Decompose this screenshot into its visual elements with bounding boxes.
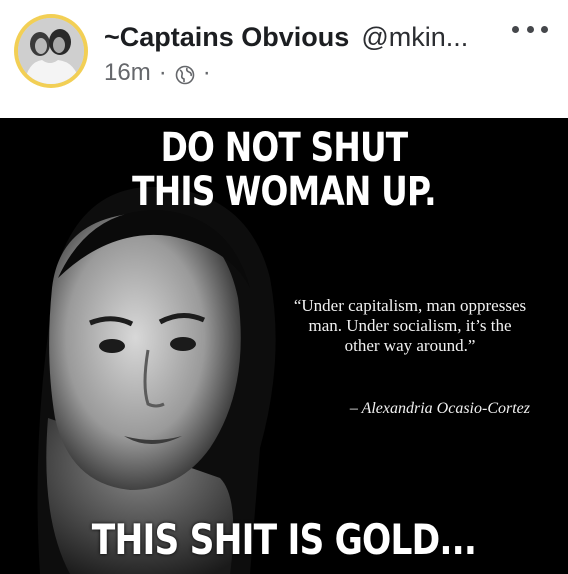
meme-attribution: – Alexandria Ocasio-Cortez bbox=[349, 400, 530, 417]
meta-separator-2: · bbox=[202, 59, 211, 86]
author-name[interactable]: ~Captains Obvious bbox=[104, 22, 349, 52]
post-header: ~Captains Obvious @mkin... 16m · · bbox=[0, 0, 568, 118]
meme-headline-line-1: DO NOT SHUT bbox=[160, 125, 409, 171]
more-dot bbox=[526, 25, 534, 33]
meme-footer-caption: THIS SHIT IS GOLD... bbox=[91, 515, 477, 564]
avatar-photo bbox=[18, 18, 84, 84]
post-timestamp[interactable]: 16m bbox=[104, 58, 151, 88]
meme-image[interactable]: DO NOT SHUT THIS WOMAN UP. “Under capita… bbox=[0, 118, 568, 574]
author-handle[interactable]: @mkin... bbox=[361, 22, 468, 52]
post-author-line: ~Captains Obvious @mkin... bbox=[104, 20, 468, 54]
more-options-icon[interactable] bbox=[512, 22, 548, 36]
globe-icon bbox=[175, 63, 195, 85]
more-dot bbox=[541, 25, 548, 33]
avatar[interactable] bbox=[14, 14, 88, 88]
post-meta: 16m · · bbox=[104, 58, 211, 88]
meme-quote: “Under capitalism, man oppresses man. Un… bbox=[293, 296, 527, 355]
more-dot bbox=[512, 25, 519, 33]
meta-separator: · bbox=[158, 59, 167, 86]
meme-headline-line-2: THIS WOMAN UP. bbox=[132, 169, 436, 215]
